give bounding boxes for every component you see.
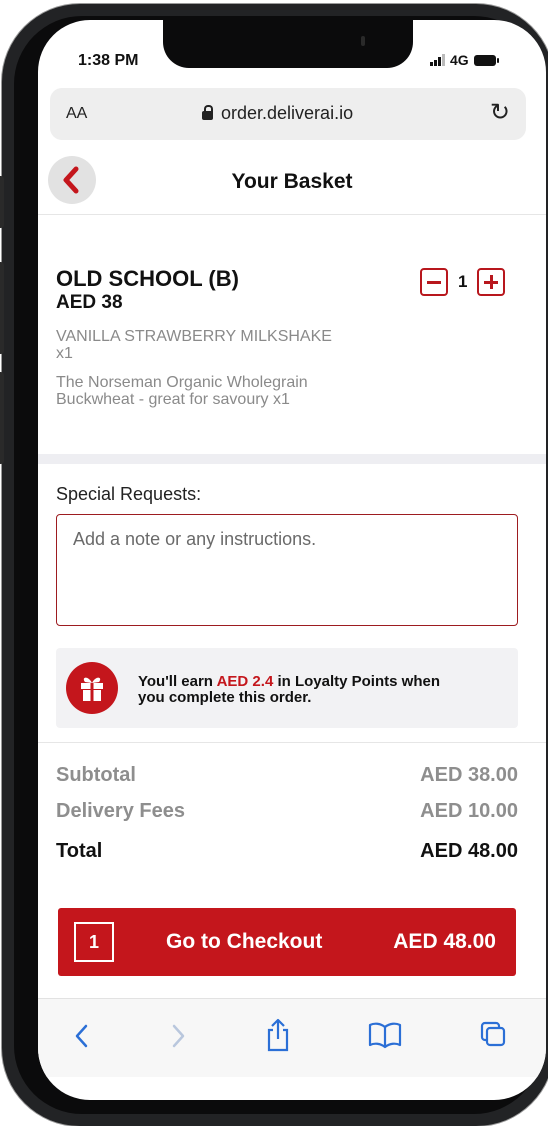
item-price: AED 38 bbox=[56, 292, 123, 313]
loyalty-banner: You'll earn AED 2.4 in Loyalty Points wh… bbox=[56, 648, 518, 728]
network-type: 4G bbox=[450, 52, 469, 68]
phone-screen: 1:38 PM 4G AA order.deliverai.io ↻ Your … bbox=[38, 20, 546, 1100]
quantity-value: 1 bbox=[458, 272, 468, 291]
minus-icon bbox=[427, 281, 441, 284]
checkout-button[interactable]: 1 Go to Checkout AED 48.00 bbox=[58, 908, 516, 976]
url-display[interactable]: order.deliverai.io bbox=[202, 103, 353, 124]
special-requests-input[interactable] bbox=[56, 514, 518, 626]
decrease-quantity-button[interactable] bbox=[420, 268, 448, 296]
loyalty-text: in Loyalty Points when bbox=[273, 673, 440, 690]
bookmarks-icon[interactable] bbox=[368, 1021, 402, 1049]
volume-down-button bbox=[0, 372, 4, 464]
item-option-line: x1 bbox=[56, 345, 73, 362]
gift-icon bbox=[66, 662, 118, 714]
checkout-amount: AED 48.00 bbox=[393, 930, 496, 953]
item-option: VANILLA STRAWBERRY MILKSHAKE x1 bbox=[56, 328, 332, 362]
checkout-label: Go to Checkout bbox=[166, 930, 323, 953]
item-count-badge: 1 bbox=[74, 922, 114, 962]
text-size-button[interactable]: AA bbox=[66, 105, 87, 123]
address-bar[interactable]: AA order.deliverai.io ↻ bbox=[50, 88, 526, 140]
basket-item: OLD SCHOOL (B) AED 38 VANILLA STRAWBERRY… bbox=[38, 216, 546, 454]
quantity-stepper: 1 bbox=[420, 268, 506, 296]
loyalty-text: You'll earn bbox=[138, 673, 217, 690]
loyalty-text: you complete this order. bbox=[138, 689, 312, 706]
reload-icon[interactable]: ↻ bbox=[490, 98, 510, 127]
status-time: 1:38 PM bbox=[78, 52, 139, 69]
page-title: Your Basket bbox=[231, 170, 353, 193]
back-icon[interactable] bbox=[72, 1021, 92, 1051]
volume-up-button bbox=[0, 262, 4, 354]
loyalty-message: You'll earn AED 2.4 in Loyalty Points wh… bbox=[138, 674, 510, 706]
signal-icon bbox=[430, 54, 445, 66]
browser-toolbar bbox=[38, 998, 546, 1077]
special-requests-label: Special Requests: bbox=[56, 484, 202, 504]
forward-icon[interactable] bbox=[168, 1021, 188, 1051]
url-text: order.deliverai.io bbox=[221, 103, 354, 123]
item-name: OLD SCHOOL (B) bbox=[56, 266, 239, 291]
subtotal-label: Subtotal bbox=[56, 764, 136, 786]
total-value: AED 48.00 bbox=[420, 840, 518, 862]
tabs-icon[interactable] bbox=[478, 1019, 508, 1049]
section-divider bbox=[38, 454, 546, 464]
total-label: Total bbox=[56, 840, 103, 862]
silent-switch bbox=[0, 176, 4, 228]
item-option-line: VANILLA STRAWBERRY MILKSHAKE bbox=[56, 328, 332, 345]
camera-icon bbox=[361, 36, 365, 46]
increase-quantity-button[interactable] bbox=[477, 268, 506, 296]
notch bbox=[163, 20, 413, 68]
item-option: The Norseman Organic Wholegrain Buckwhea… bbox=[56, 374, 308, 408]
subtotal-value: AED 38.00 bbox=[420, 764, 518, 786]
lock-icon bbox=[202, 105, 213, 120]
item-option-line: The Norseman Organic Wholegrain bbox=[56, 374, 308, 391]
delivery-fee-value: AED 10.00 bbox=[420, 800, 518, 822]
delivery-fee-label: Delivery Fees bbox=[56, 800, 185, 822]
battery-icon bbox=[473, 54, 499, 66]
status-indicators: 4G bbox=[430, 52, 499, 68]
page-header: Your Basket bbox=[38, 148, 546, 215]
section-divider bbox=[38, 742, 546, 743]
share-icon[interactable] bbox=[264, 1017, 292, 1053]
item-option-line: Buckwheat - great for savoury x1 bbox=[56, 391, 290, 408]
loyalty-amount: AED 2.4 bbox=[216, 673, 274, 690]
